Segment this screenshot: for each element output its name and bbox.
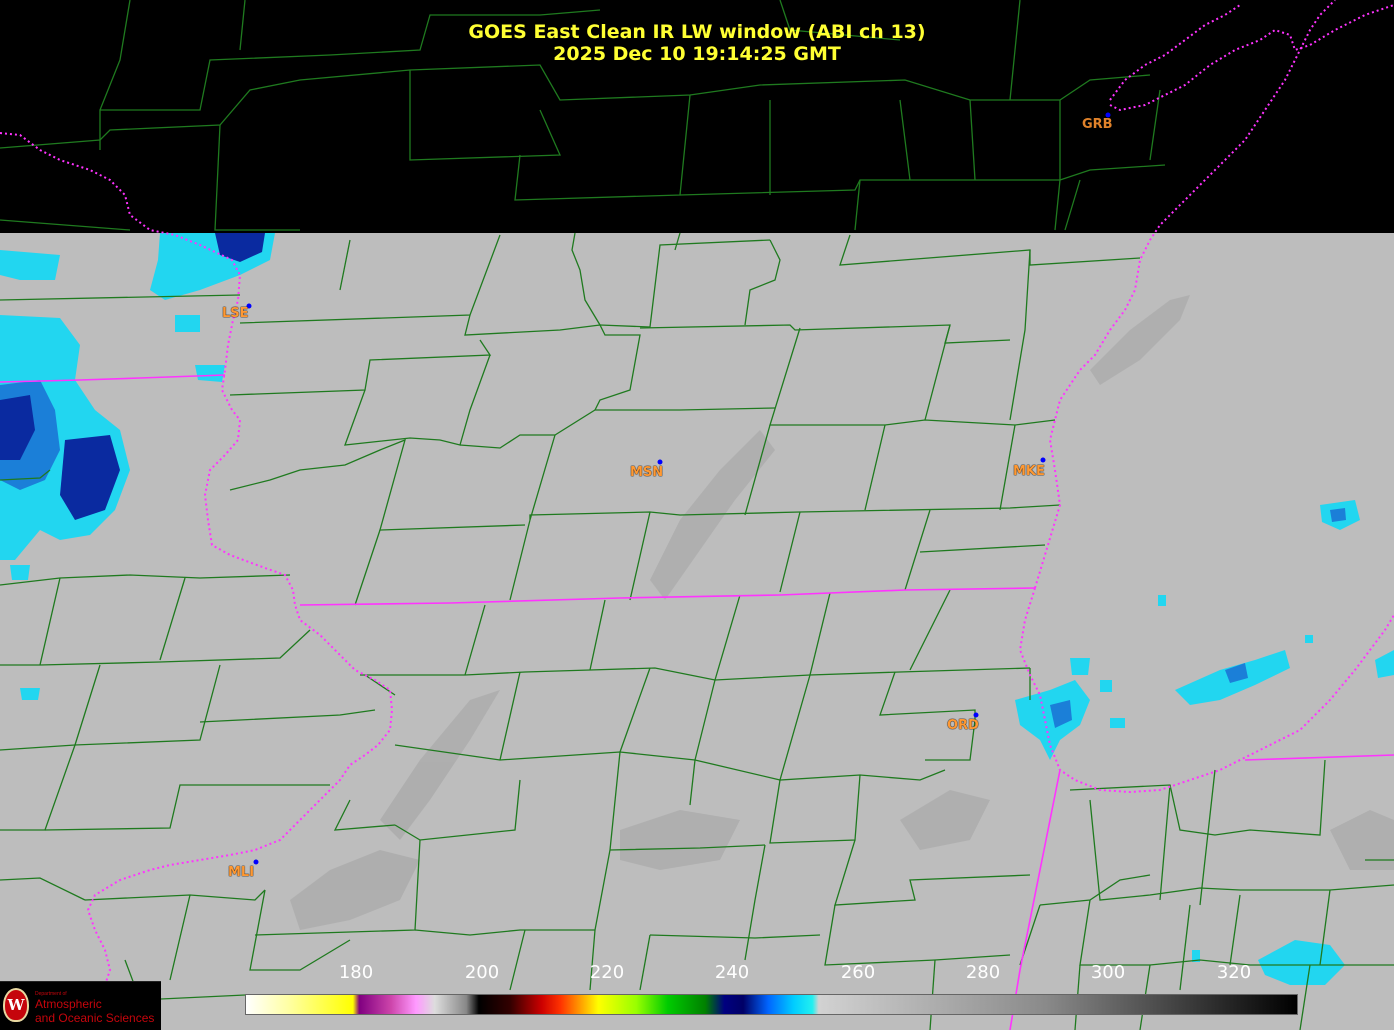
colorbar-tick-label: 220 (589, 962, 625, 983)
brightness-temperature-colorbar (245, 994, 1298, 1015)
station-dot-mke (1040, 457, 1046, 463)
station-label-grb: GRB (1082, 117, 1113, 132)
colorbar-tick-label: 300 (1090, 962, 1126, 983)
image-title: GOES East Clean IR LW window (ABI ch 13) (468, 21, 926, 43)
station-label-msn: MSN (630, 465, 664, 480)
image-timestamp: 2025 Dec 10 19:14:25 GMT (553, 43, 841, 65)
colorbar-tick-label: 260 (840, 962, 876, 983)
colorbar-tick-label: 280 (965, 962, 1001, 983)
station-label-lse: LSE (222, 306, 249, 321)
colorbar-tick-label: 320 (1216, 962, 1252, 983)
station-dot-ord (973, 712, 979, 718)
uw-seal-icon: W (3, 988, 29, 1022)
station-label-mke: MKE (1013, 464, 1045, 479)
ir-satellite-map (0, 0, 1394, 1030)
ir-imagery-region (0, 233, 1394, 1030)
satellite-image-viewer: GOES East Clean IR LW window (ABI ch 13)… (0, 0, 1394, 1030)
logo-line-1: Atmospheric (35, 997, 102, 1011)
station-label-ord: ORD (947, 718, 979, 733)
aos-logo: W Department of Atmospheric and Oceanic … (0, 981, 161, 1030)
colorbar-tick-label: 200 (464, 962, 500, 983)
logo-line-2: and Oceanic Sciences (35, 1011, 155, 1025)
colorbar-tick-label: 180 (338, 962, 374, 983)
colorbar-tick-label: 240 (714, 962, 750, 983)
station-label-mli: MLI (228, 865, 255, 880)
station-dot-msn (657, 459, 663, 465)
station-dot-mli (253, 859, 259, 865)
